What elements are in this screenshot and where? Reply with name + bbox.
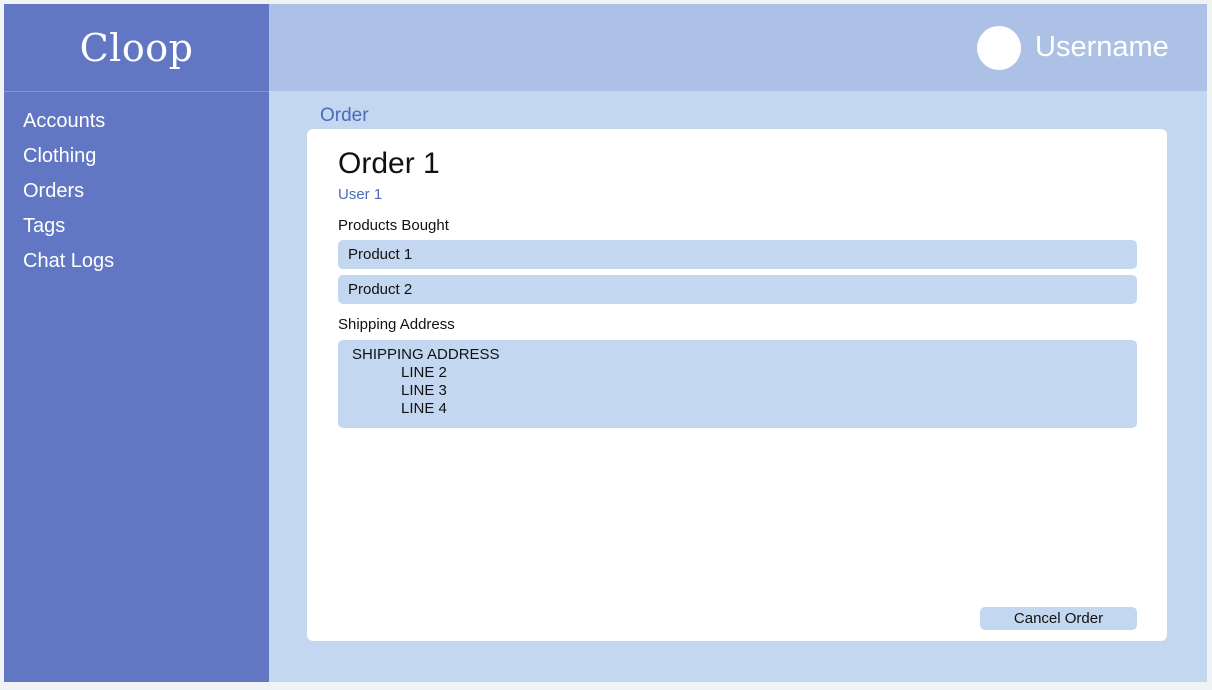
sidebar-nav: Accounts Clothing Orders Tags Chat Logs	[23, 104, 114, 279]
product-item[interactable]: Product 1	[338, 240, 1137, 269]
sidebar-item-clothing[interactable]: Clothing	[23, 139, 114, 174]
sidebar: Cloop Accounts Clothing Orders Tags Chat…	[4, 4, 269, 682]
sidebar-item-orders[interactable]: Orders	[23, 174, 114, 209]
sidebar-item-tags[interactable]: Tags	[23, 209, 114, 244]
breadcrumb: Order	[320, 105, 369, 126]
address-line: LINE 4	[401, 400, 447, 417]
address-line: LINE 2	[401, 364, 447, 381]
avatar[interactable]	[977, 26, 1021, 70]
page-title: Order 1	[338, 147, 440, 180]
sidebar-item-chat-logs[interactable]: Chat Logs	[23, 244, 114, 279]
username-label[interactable]: Username	[1035, 28, 1169, 66]
brand-header: Cloop	[4, 4, 269, 92]
address-line: LINE 3	[401, 382, 447, 399]
address-line: SHIPPING ADDRESS	[352, 346, 500, 363]
cancel-order-button[interactable]: Cancel Order	[980, 607, 1137, 630]
shipping-address-label: Shipping Address	[338, 316, 455, 333]
sidebar-item-accounts[interactable]: Accounts	[23, 104, 114, 139]
brand-logo[interactable]: Cloop	[80, 26, 194, 70]
products-bought-label: Products Bought	[338, 217, 449, 234]
order-card: Order 1 User 1 Products Bought Product 1…	[307, 129, 1167, 641]
shipping-address-box: SHIPPING ADDRESS LINE 2 LINE 3 LINE 4	[338, 340, 1137, 428]
top-bar: Username	[269, 4, 1207, 91]
product-item[interactable]: Product 2	[338, 275, 1137, 304]
order-user-link[interactable]: User 1	[338, 186, 382, 203]
app-window: Cloop Accounts Clothing Orders Tags Chat…	[4, 4, 1207, 682]
